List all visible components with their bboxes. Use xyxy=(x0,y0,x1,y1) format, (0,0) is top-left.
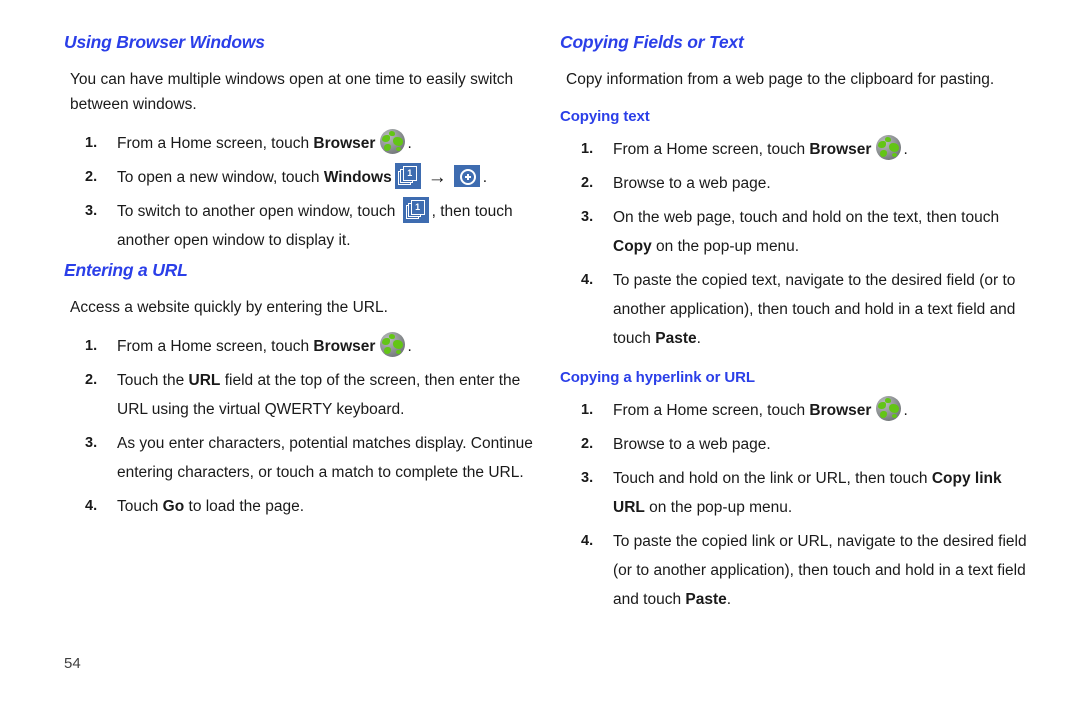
step-item: 1. From a Home screen, touch Browser. xyxy=(560,135,1030,164)
emphasized-term: Browser xyxy=(313,135,376,152)
left-column: Using Browser Windows You can have multip… xyxy=(64,32,534,526)
section-heading: Copying Fields or Text xyxy=(560,32,744,52)
browser-globe-icon xyxy=(876,135,902,160)
step-list: 1. From a Home screen, touch Browser. 2. To… xyxy=(64,129,534,255)
windows-count-badge: 1 xyxy=(407,168,413,178)
emphasized-term: URL xyxy=(188,372,221,389)
step-item: 2. Touch the URL field at the top of the … xyxy=(64,366,534,424)
add-window-icon xyxy=(453,165,480,187)
step-number: 2. xyxy=(581,175,594,191)
step-item: 2. Browse to a web page. xyxy=(560,169,1030,198)
manual-page: Using Browser Windows You can have multip… xyxy=(0,0,1080,720)
step-number: 2. xyxy=(581,436,594,452)
step-number: 3. xyxy=(85,203,98,219)
step-number: 1. xyxy=(85,135,98,151)
step-item: 2. Browse to a web page. xyxy=(560,430,1030,459)
step-item: 4. To paste the copied link or URL, navig… xyxy=(560,527,1030,614)
browser-globe-icon xyxy=(380,129,406,154)
step-item: 3. Touch and hold on the link or URL, the… xyxy=(560,464,1030,522)
step-item: 3. To switch to another open window, touc… xyxy=(64,197,534,255)
emphasized-term: Browser xyxy=(313,338,376,355)
page-number: 54 xyxy=(64,655,81,672)
arrow-right-icon: → xyxy=(427,167,447,188)
browser-globe-icon xyxy=(876,396,902,421)
step-number: 4. xyxy=(581,533,594,549)
section-heading: Using Browser Windows xyxy=(64,32,265,52)
step-list: 1. From a Home screen, touch Browser. 2. To… xyxy=(64,332,534,521)
step-number: 4. xyxy=(85,498,98,514)
emphasized-term: Windows xyxy=(323,169,392,186)
step-number: 3. xyxy=(581,209,594,225)
section-heading: Entering a URL xyxy=(64,260,188,280)
windows-stack-icon: 1 xyxy=(394,163,421,189)
step-item: 3. On the web page, touch and hold on the… xyxy=(560,203,1030,261)
step-item: 3. As you enter characters, potential mat… xyxy=(64,429,534,487)
windows-count-badge: 1 xyxy=(415,202,421,212)
step-number: 4. xyxy=(581,272,594,288)
section-intro-text: Access a website quickly by entering the… xyxy=(70,299,388,316)
sub-heading: Copying a hyperlink or URL xyxy=(560,369,755,386)
step-item: 1. From a Home screen, touch Browser. xyxy=(64,332,534,361)
step-number: 1. xyxy=(581,402,594,418)
step-item: 4. To paste the copied text, navigate to … xyxy=(560,266,1030,353)
step-number: 1. xyxy=(85,338,98,354)
section-intro-text: You can have multiple windows open at on… xyxy=(70,71,514,113)
step-number: 2. xyxy=(85,169,98,185)
right-column: Copying Fields or Text Copy information f… xyxy=(560,32,1030,619)
step-item: 2. To open a new window, touch Windows 1 →. xyxy=(64,163,534,192)
step-item: 1. From a Home screen, touch Browser. xyxy=(64,129,534,158)
section-intro-text: Copy information from a web page to the … xyxy=(566,71,995,88)
emphasized-term: Browser xyxy=(809,141,872,158)
emphasized-term: Copy link URL xyxy=(613,470,1002,516)
emphasized-term: Paste xyxy=(685,591,727,608)
emphasized-term: Browser xyxy=(809,402,872,419)
step-number: 3. xyxy=(85,435,98,451)
emphasized-term: Paste xyxy=(655,330,697,347)
step-list: 1. From a Home screen, touch Browser. 2. Br… xyxy=(560,396,1030,614)
emphasized-term: Go xyxy=(162,498,185,515)
sub-heading: Copying text xyxy=(560,108,650,125)
step-number: 3. xyxy=(581,470,594,486)
step-number: 2. xyxy=(85,372,98,388)
step-item: 4. Touch Go to load the page. xyxy=(64,492,534,521)
emphasized-term: Copy xyxy=(613,238,652,255)
step-item: 1. From a Home screen, touch Browser. xyxy=(560,396,1030,425)
step-list: 1. From a Home screen, touch Browser. 2. Br… xyxy=(560,135,1030,353)
windows-stack-icon: 1 xyxy=(402,197,429,223)
step-number: 1. xyxy=(581,141,594,157)
browser-globe-icon xyxy=(380,332,406,357)
